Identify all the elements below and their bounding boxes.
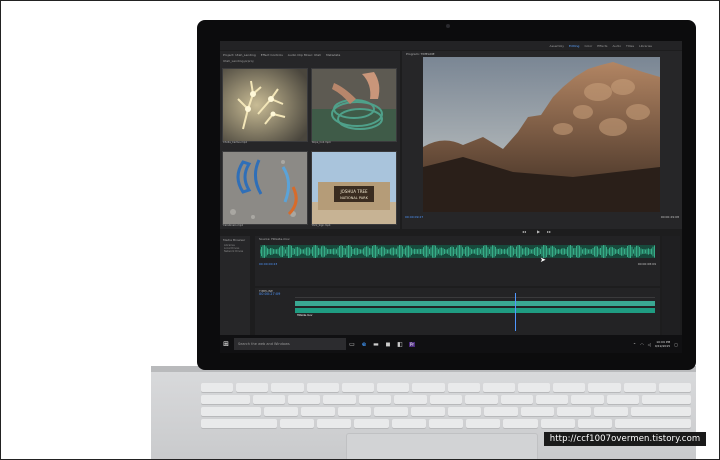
thumbnail-label: Carabiners.mp4	[223, 224, 243, 227]
media-browser-panel: Media Browser Libraries Local Drives Net…	[220, 236, 250, 336]
thumbnail-rope[interactable]	[311, 68, 397, 142]
source-title: Source: Hillside.mov	[259, 237, 290, 241]
program-monitor: Program: TIMELINE 00:00:09:27 00:00:29:0…	[402, 51, 682, 234]
playhead[interactable]	[515, 293, 516, 331]
start-button[interactable]: ⊞	[220, 335, 232, 353]
workspace-tab-editing[interactable]: Editing	[569, 44, 579, 48]
workspace-tab-titles[interactable]: Titles	[626, 44, 634, 48]
video-clip[interactable]: Hillside.mov	[295, 301, 655, 317]
audio-clip[interactable]	[295, 308, 655, 313]
workspace-tab-effects[interactable]: Effects	[597, 44, 607, 48]
media-browser-label: Media Browser	[223, 238, 246, 242]
sign-line-2: NATIONAL PARK	[340, 196, 368, 200]
program-duration: 00:00:29:08	[660, 215, 679, 219]
workspace-bar: Assembly Editing Color Effects Audio Titles Li…	[220, 41, 682, 50]
task-view-icon[interactable]: ▭	[346, 335, 358, 353]
thumbnail-carabiners[interactable]	[222, 151, 308, 225]
watermark: http://ccf1007overmen.tistory.com	[544, 432, 706, 446]
thumbnail-label: Park_Sign.mp4	[312, 224, 331, 227]
taskbar-clock[interactable]: 10:09 PM 9/19/2015	[655, 340, 670, 348]
tab-audio-mixer[interactable]: Audio Clip Mixer: Utah	[288, 53, 321, 57]
track-v1[interactable]: Hillside.mov	[295, 301, 655, 317]
screen: Assembly Editing Color Effects Audio Titles Li…	[220, 41, 682, 353]
clip-label: Hillside.mov	[297, 314, 313, 317]
thumbnail-park-sign[interactable]: JOSHUA TREE NATIONAL PARK	[311, 151, 397, 225]
premiere-pro-icon[interactable]: Pr	[406, 335, 418, 353]
trackpad	[346, 433, 538, 459]
notification-icon[interactable]: ⌃	[633, 342, 636, 347]
source-monitor: Source: Hillside.mov 00:00:00:23 00:00:0…	[255, 236, 660, 286]
source-duration: 00:00:08:09	[637, 262, 656, 266]
thumbnail-label: Cholla_Cactus.mp4	[223, 141, 247, 144]
tab-metadata[interactable]: Metadata	[326, 53, 340, 57]
windows-taskbar: ⊞ Search the web and Windows ▭ e ▬ ◼ ◧ P…	[220, 335, 682, 353]
taskbar-search-input[interactable]: Search the web and Windows	[234, 338, 346, 350]
timeline-timecode: 00:00:27:09	[259, 292, 281, 296]
waveform-path	[260, 245, 655, 258]
workspace-tab-audio[interactable]: Audio	[613, 44, 622, 48]
workspace-tab-color[interactable]: Color	[584, 44, 592, 48]
store-icon[interactable]: ◼	[382, 335, 394, 353]
audio-meter	[662, 236, 680, 336]
image-frame: Assembly Editing Color Effects Audio Titles Li…	[0, 0, 720, 460]
action-center-icon[interactable]: ▢	[674, 342, 678, 347]
wifi-icon[interactable]: ◠	[640, 342, 644, 347]
thumbnail-label: Rope_Coil.mp4	[312, 141, 331, 144]
webcam	[446, 24, 450, 28]
project-path: Utah_Landing.prproj	[223, 59, 254, 63]
track-a1[interactable]	[295, 308, 655, 314]
office-icon[interactable]: ◧	[394, 335, 406, 353]
audio-waveform	[260, 245, 655, 258]
time-ruler[interactable]	[295, 293, 655, 298]
sign-line-1: JOSHUA TREE	[339, 189, 368, 194]
step-back-icon[interactable]: ◂◂	[522, 229, 526, 234]
workspace-tab-libraries[interactable]: Libraries	[639, 44, 652, 48]
volume-icon[interactable]: ◁	[648, 342, 651, 347]
workspace-tab-assembly[interactable]: Assembly	[550, 44, 564, 48]
clock-date: 9/19/2015	[654, 344, 671, 348]
source-timecode: 00:00:00:23	[259, 262, 278, 266]
project-panel: Project: Utah_Landing Effect Controls Au…	[220, 51, 400, 229]
system-tray: ⌃ ◠ ◁ 10:09 PM 9/19/2015 ▢	[633, 340, 682, 348]
timeline-panel: TIMELINE 00:00:27:09 Hillside.mov	[255, 288, 660, 336]
program-timecode: 00:00:09:27	[405, 215, 424, 219]
program-video-frame	[423, 57, 660, 212]
thumbnail-cactus[interactable]	[222, 68, 308, 142]
play-icon[interactable]: ▶	[537, 229, 540, 234]
mouse-cursor-icon: ➤	[540, 256, 546, 264]
step-forward-icon[interactable]: ▸▸	[547, 229, 551, 234]
tab-project[interactable]: Project: Utah_Landing	[223, 53, 256, 57]
file-explorer-icon[interactable]: ▬	[370, 335, 382, 353]
media-browser-item[interactable]: Network Drives	[220, 250, 250, 253]
tab-effect-controls[interactable]: Effect Controls	[261, 53, 283, 57]
edge-browser-icon[interactable]: e	[358, 335, 370, 353]
